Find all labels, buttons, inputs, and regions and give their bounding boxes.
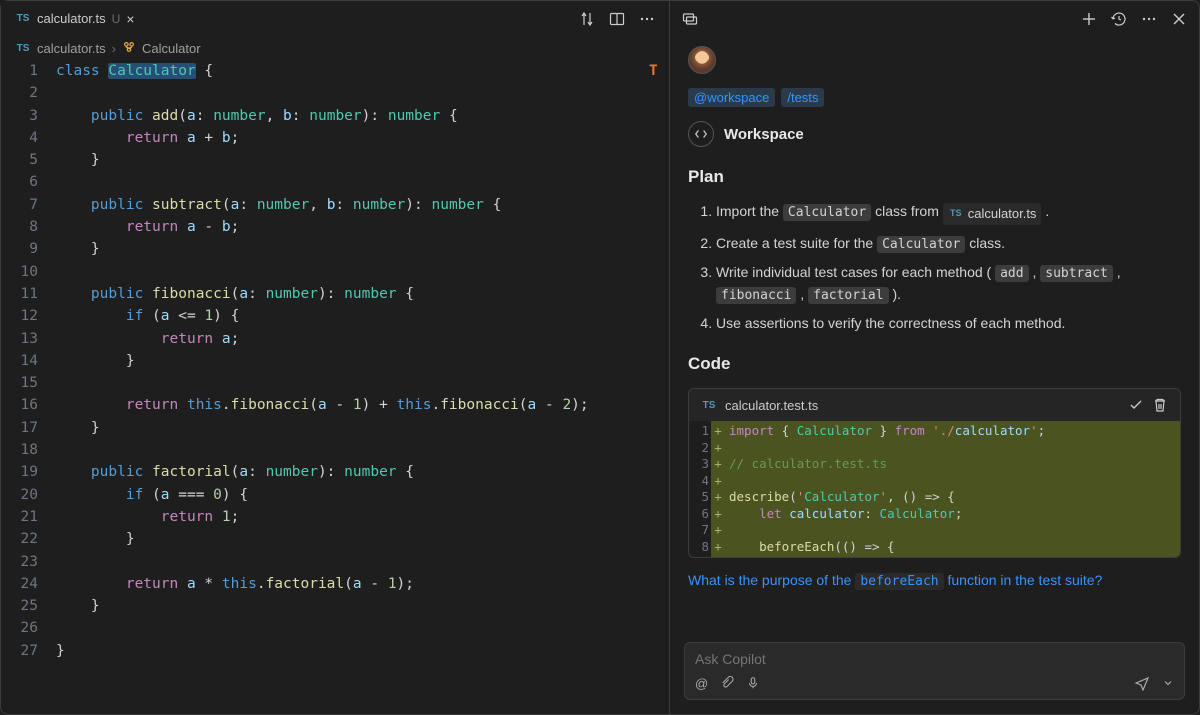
plan-item: Write individual test cases for each met…: [716, 262, 1181, 305]
send-icon[interactable]: [1134, 675, 1150, 691]
apply-icon[interactable]: [1128, 397, 1144, 413]
file-pill[interactable]: TScalculator.ts: [943, 203, 1042, 225]
plan-title: Plan: [688, 167, 1181, 187]
mention-icon[interactable]: @: [695, 676, 708, 691]
tab-calculator[interactable]: TS calculator.ts U ×: [5, 1, 145, 36]
chat-context-chips: @workspace /tests: [688, 88, 1181, 107]
more-icon[interactable]: [639, 11, 655, 27]
close-icon[interactable]: [1171, 11, 1187, 27]
compare-icon[interactable]: [579, 11, 595, 27]
chat-input[interactable]: [695, 651, 1174, 667]
code-content[interactable]: class Calculator { public add(a: number,…: [56, 60, 669, 714]
trash-icon[interactable]: [1152, 397, 1168, 413]
chat-input-wrap: @: [684, 642, 1185, 700]
editor-pane: TS calculator.ts U × TS calculator.ts › …: [0, 0, 670, 715]
class-icon: [122, 40, 136, 57]
tab-filename: calculator.ts: [37, 11, 106, 26]
chat-input-toolbar: @: [695, 675, 1174, 691]
tab-bar: TS calculator.ts U ×: [1, 1, 669, 36]
breadcrumb-file: calculator.ts: [37, 41, 106, 56]
avatar: [688, 46, 716, 74]
code-block-body[interactable]: 12345678 ++++++++ import { Calculator } …: [689, 421, 1180, 557]
chat-pane: @workspace /tests Workspace Plan Import …: [670, 0, 1200, 715]
plan-item: Create a test suite for the Calculator c…: [716, 233, 1181, 255]
agent-label: Workspace: [724, 126, 804, 143]
text-cursor-icon: T: [649, 60, 663, 74]
plan-item: Use assertions to verify the correctness…: [716, 313, 1181, 334]
tab-actions: [579, 11, 665, 27]
code-block: TS calculator.test.ts 12345678 ++++++++ …: [688, 388, 1181, 558]
code-title: Code: [688, 354, 1181, 374]
breadcrumb[interactable]: TS calculator.ts › Calculator: [1, 36, 669, 60]
typescript-icon: TS: [15, 40, 31, 56]
chat-body: @workspace /tests Workspace Plan Import …: [670, 36, 1199, 636]
chevron-down-icon[interactable]: [1162, 677, 1174, 689]
chip-tests[interactable]: /tests: [781, 88, 824, 107]
typescript-icon: TS: [701, 397, 717, 413]
agent-row: Workspace: [688, 121, 1181, 147]
plan-item: Import the Calculator class from TScalcu…: [716, 201, 1181, 225]
line-gutter: 1234567891011121314151617181920212223242…: [1, 60, 56, 714]
tab-status: U: [112, 12, 121, 26]
plan-list: Import the Calculator class from TScalcu…: [688, 201, 1181, 334]
breadcrumb-class: Calculator: [142, 41, 201, 56]
typescript-icon: TS: [948, 206, 964, 222]
split-editor-icon[interactable]: [609, 11, 625, 27]
chat-header: [670, 1, 1199, 36]
code-block-filename: calculator.test.ts: [725, 398, 818, 413]
chip-workspace[interactable]: @workspace: [688, 88, 775, 107]
attach-icon[interactable]: [720, 676, 734, 690]
more-icon[interactable]: [1141, 11, 1157, 27]
new-chat-icon[interactable]: [1081, 11, 1097, 27]
mic-icon[interactable]: [746, 676, 760, 690]
code-block-header: TS calculator.test.ts: [689, 389, 1180, 421]
close-icon[interactable]: ×: [126, 11, 134, 27]
code-icon: [688, 121, 714, 147]
suggestion-link[interactable]: What is the purpose of the beforeEach fu…: [688, 572, 1181, 589]
chevron-right-icon: ›: [112, 41, 116, 56]
chat-icon[interactable]: [682, 11, 698, 27]
code-editor[interactable]: T 12345678910111213141516171819202122232…: [1, 60, 669, 714]
typescript-icon: TS: [15, 11, 31, 27]
history-icon[interactable]: [1111, 11, 1127, 27]
